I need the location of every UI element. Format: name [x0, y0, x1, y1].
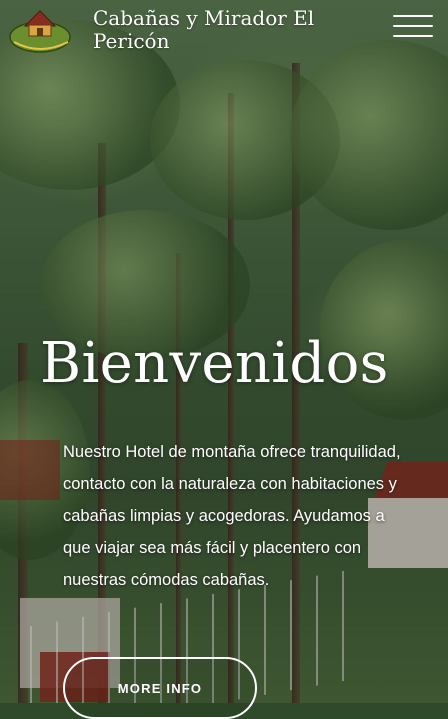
hamburger-menu-icon[interactable] — [393, 11, 433, 41]
site-logo[interactable] — [8, 4, 74, 56]
hero-title: Bienvenidos — [40, 331, 389, 396]
site-title[interactable]: Cabañas y Mirador El Pericón — [93, 7, 373, 53]
cabin-logo-icon — [9, 10, 71, 53]
menu-bar — [393, 25, 433, 27]
hero-description: Nuestro Hotel de montaña ofrece tranquil… — [63, 443, 401, 589]
more-info-button[interactable]: MORE INFO — [63, 657, 257, 719]
menu-bar — [393, 15, 433, 17]
site-header: Cabañas y Mirador El Pericón — [0, 0, 448, 62]
menu-bar — [393, 35, 433, 37]
